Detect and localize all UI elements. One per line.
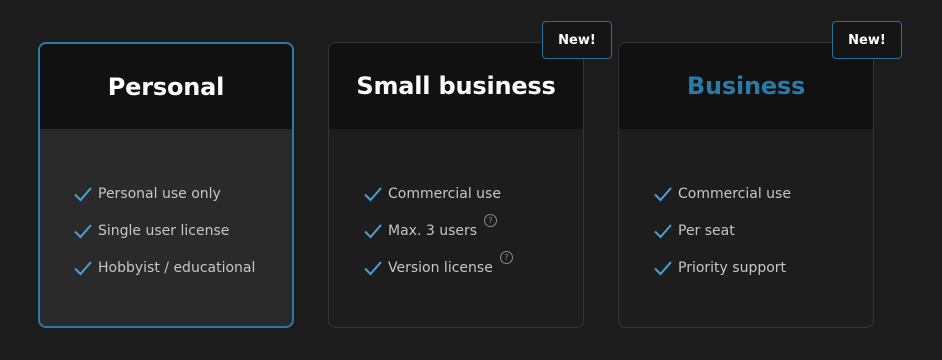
feature-list: Commercial use Max. 3 users ? Version li… — [363, 183, 513, 294]
feature-list: Personal use only Single user license Ho… — [73, 183, 255, 294]
plan-card-header: Personal — [40, 44, 292, 129]
plan-title: Business — [686, 72, 806, 100]
check-icon — [364, 187, 382, 202]
check-icon — [654, 187, 672, 202]
feature-label: Commercial use — [388, 186, 501, 202]
new-badge: New! — [832, 21, 902, 59]
feature-item: Personal use only — [73, 183, 255, 220]
feature-item: Per seat — [653, 220, 791, 257]
question-circle-icon[interactable]: ? — [499, 251, 513, 264]
feature-label: Version license — [388, 260, 493, 276]
feature-label: Commercial use — [678, 186, 791, 202]
feature-item: Commercial use — [653, 183, 791, 220]
plan-title: Small business — [356, 72, 556, 100]
feature-label: Single user license — [98, 223, 230, 239]
plan-card-personal[interactable]: Personal Personal use only Single user l… — [38, 42, 294, 328]
check-icon — [74, 261, 92, 276]
check-icon — [654, 261, 672, 276]
check-icon — [74, 224, 92, 239]
feature-list: Commercial use Per seat Priority support — [653, 183, 791, 294]
feature-label: Max. 3 users — [388, 223, 478, 239]
feature-item: Priority support — [653, 257, 791, 294]
check-icon — [364, 224, 382, 239]
feature-item: Max. 3 users ? — [363, 214, 513, 257]
plan-title: Personal — [107, 72, 225, 101]
plan-card-small-business[interactable]: Small business Commercial use Max. 3 use… — [328, 42, 584, 328]
new-badge: New! — [542, 21, 612, 59]
check-icon — [364, 261, 382, 276]
feature-item: Hobbyist / educational — [73, 257, 255, 294]
question-circle-icon[interactable]: ? — [484, 214, 498, 227]
feature-label: Per seat — [678, 223, 735, 239]
feature-label: Personal use only — [98, 186, 221, 202]
feature-label: Hobbyist / educational — [98, 260, 256, 276]
feature-item: Single user license — [73, 220, 255, 257]
plan-card-business[interactable]: Business Commercial use Per seat Priorit… — [618, 42, 874, 328]
feature-label: Priority support — [678, 260, 787, 276]
check-icon — [654, 224, 672, 239]
check-icon — [74, 187, 92, 202]
feature-item: Version license ? — [363, 251, 513, 294]
